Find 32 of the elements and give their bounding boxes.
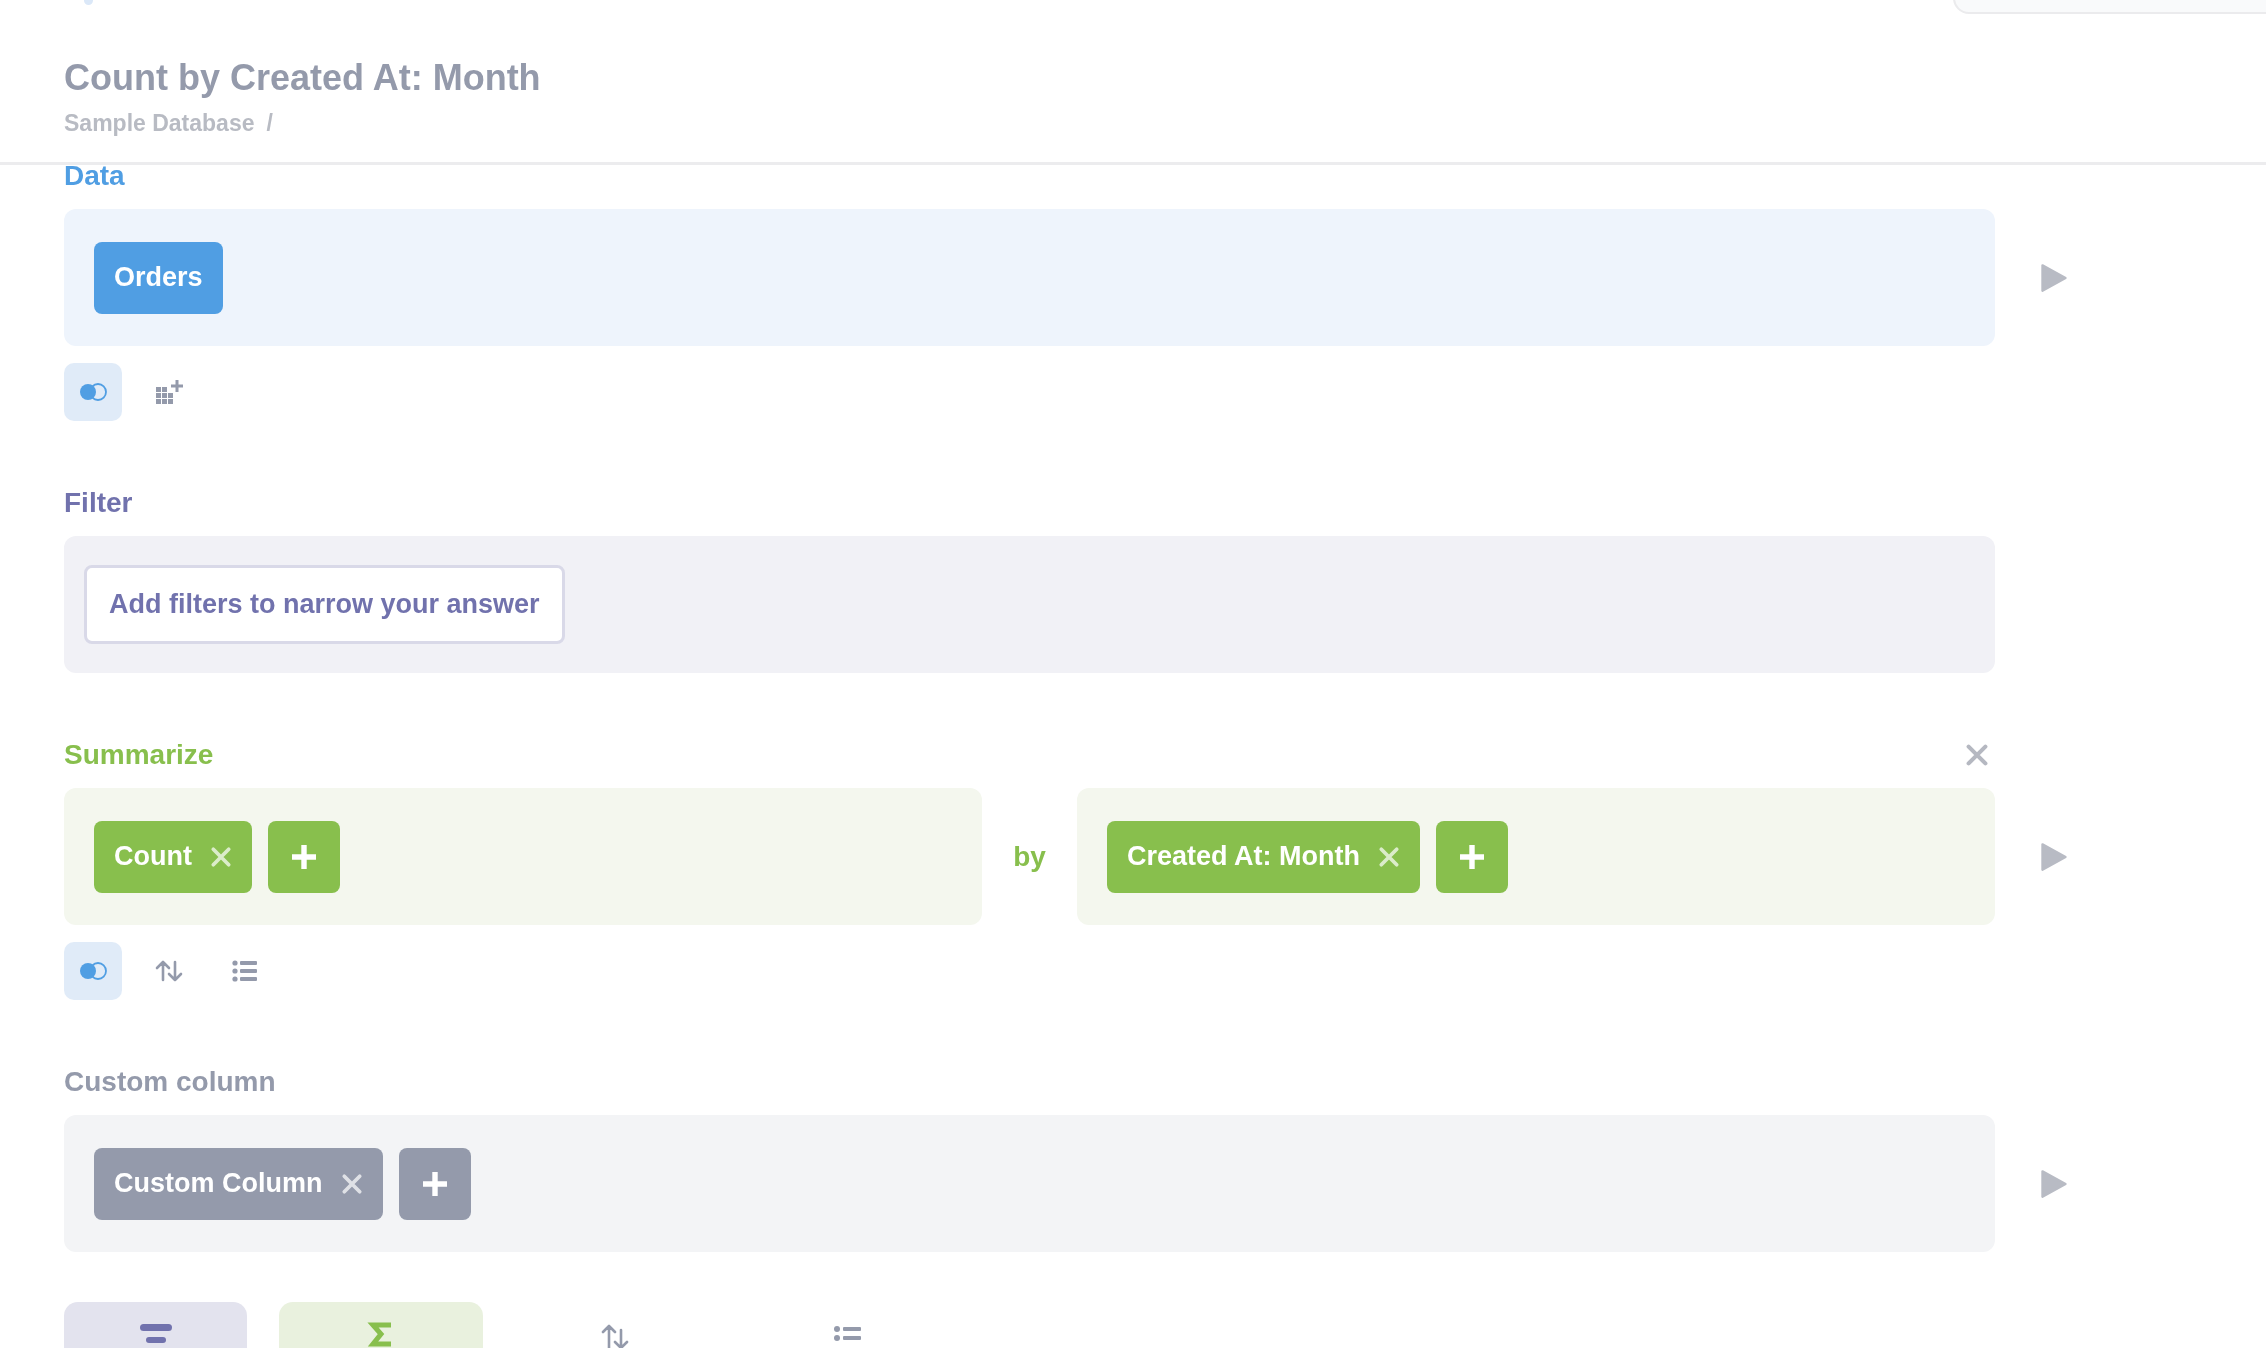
grid-plus-icon — [154, 379, 184, 405]
step-pill[interactable]: Orders — [94, 241, 223, 314]
add-button[interactable] — [398, 1147, 471, 1220]
play-icon[interactable] — [2040, 262, 2068, 293]
sort-icon — [154, 958, 184, 984]
play-icon[interactable] — [2040, 841, 2068, 872]
breadcrumb-separator: / — [266, 109, 273, 138]
play-icon[interactable] — [2040, 1168, 2068, 1199]
step-pill[interactable]: Created At: Month — [1107, 820, 1420, 893]
list-icon — [230, 958, 260, 984]
pill-label: Custom Column — [114, 1168, 323, 1199]
step-label: Data — [64, 159, 125, 193]
breadcrumb-link[interactable]: Sample Database — [64, 108, 255, 138]
step-pill[interactable]: Custom Column — [94, 1147, 383, 1220]
pill-label: Count — [114, 841, 192, 872]
connector-text: by — [1012, 840, 1047, 873]
join-button[interactable] — [64, 363, 122, 421]
step-pill[interactable]: Count — [94, 820, 252, 893]
add-button[interactable] — [1436, 820, 1508, 893]
remove-icon[interactable] — [1378, 845, 1400, 868]
close-icon[interactable] — [1965, 743, 1989, 767]
step-label: Summarize — [64, 738, 214, 772]
add-filter-button[interactable]: Add filters to narrow your answer — [84, 565, 565, 644]
step-label: Filter — [64, 486, 133, 520]
join-button[interactable] — [64, 942, 122, 1000]
add-button[interactable] — [267, 820, 340, 893]
question-title: Count by Created At: Month — [64, 56, 542, 100]
remove-icon[interactable] — [209, 845, 232, 868]
pill-label: Created At: Month — [1127, 841, 1360, 872]
step-label: Custom column — [64, 1065, 276, 1099]
pill-label: Orders — [114, 262, 203, 293]
remove-icon[interactable] — [340, 1172, 363, 1195]
